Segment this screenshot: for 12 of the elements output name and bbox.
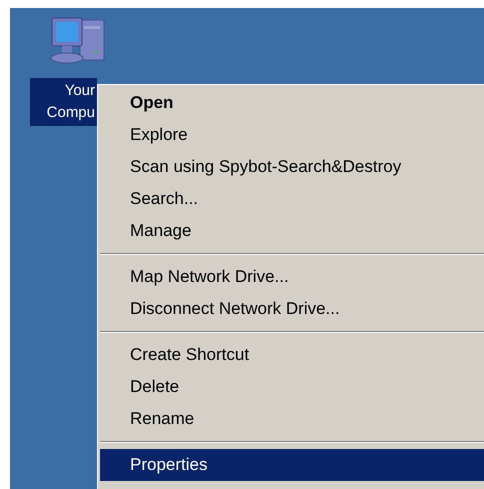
menu-item[interactable]: Manage	[100, 215, 484, 247]
menu-item[interactable]: Search...	[100, 183, 484, 215]
menu-item[interactable]: Properties	[100, 449, 484, 481]
menu-item[interactable]: Create Shortcut	[100, 339, 484, 371]
menu-item[interactable]: Scan using Spybot-Search&Destroy	[100, 151, 484, 183]
menu-item[interactable]: Map Network Drive...	[100, 261, 484, 293]
menu-item[interactable]: Disconnect Network Drive...	[100, 293, 484, 325]
menu-item[interactable]: Rename	[100, 403, 484, 435]
menu-item[interactable]: Explore	[100, 119, 484, 151]
desktop-icon-label[interactable]: Your Compu	[30, 78, 97, 126]
menu-item[interactable]: Delete	[100, 371, 484, 403]
menu-item[interactable]: Open	[100, 87, 484, 119]
